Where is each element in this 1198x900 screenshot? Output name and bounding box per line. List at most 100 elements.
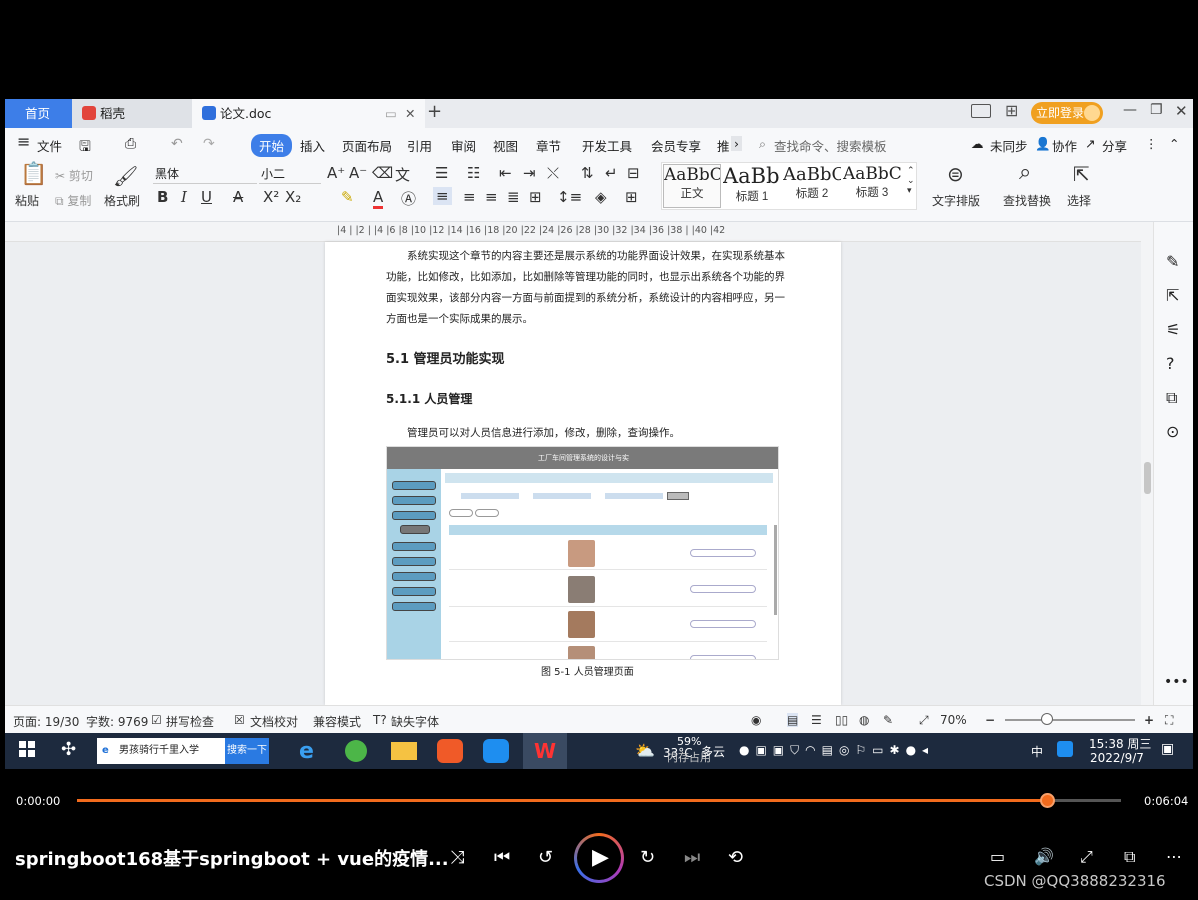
style-heading1[interactable]: AaBb(标题 1 bbox=[723, 164, 781, 208]
distribute-icon[interactable]: ⊞ bbox=[529, 188, 542, 206]
table-lines-icon[interactable]: ⊟ bbox=[627, 164, 640, 182]
increase-indent-icon[interactable]: ⇥ bbox=[523, 164, 536, 182]
taskbar-search-button[interactable]: 搜索一下 bbox=[225, 738, 269, 764]
phonetic-icon[interactable]: 文 bbox=[395, 164, 410, 185]
format-painter-button[interactable]: 格式刷 bbox=[104, 192, 140, 209]
text-layout-button[interactable]: 文字排版 bbox=[932, 192, 980, 209]
bullet-list-icon[interactable]: ☰ bbox=[435, 164, 448, 182]
zoom-slider-knob[interactable] bbox=[1041, 713, 1053, 725]
fullscreen-player-icon[interactable]: ⤢ bbox=[1080, 847, 1093, 867]
zoom-level[interactable]: 70% bbox=[940, 713, 967, 727]
ie-browser-icon[interactable]: e bbox=[299, 739, 325, 764]
pen-icon[interactable]: ✎ bbox=[1166, 252, 1179, 271]
tray-icons[interactable]: ●▣▣⛉◠▤◎⚐▭✱●◂ bbox=[739, 743, 934, 758]
fullscreen-icon[interactable]: ⛶ bbox=[1165, 713, 1173, 728]
collab-button[interactable]: 协作 bbox=[1052, 136, 1077, 155]
numbered-list-icon[interactable]: ☷ bbox=[467, 164, 480, 182]
sync-status[interactable]: 未同步 bbox=[990, 136, 1028, 155]
bold-icon[interactable]: B bbox=[157, 188, 168, 206]
wps-taskbar-icon[interactable]: W bbox=[523, 733, 567, 769]
repeat-off-icon[interactable]: ⟲ bbox=[728, 847, 743, 868]
adjust-icon[interactable]: ⚟ bbox=[1166, 320, 1180, 339]
superscript-icon[interactable]: X² bbox=[263, 188, 279, 206]
shading-icon[interactable]: ◈ bbox=[595, 188, 607, 206]
paste-icon[interactable]: 📋 bbox=[20, 162, 47, 187]
redo-icon[interactable]: ↷ bbox=[203, 136, 215, 152]
highlight-icon[interactable]: ✎ bbox=[341, 188, 354, 206]
style-gallery-scroll-icon[interactable]: ⌃ ⌄ ▾ bbox=[907, 166, 915, 196]
window-layout-icon[interactable] bbox=[971, 104, 991, 118]
decrease-indent-icon[interactable]: ⇤ bbox=[499, 164, 512, 182]
fit-zoom-icon[interactable]: ⤢ bbox=[919, 713, 929, 728]
collapse-ribbon-icon[interactable]: ⌃ bbox=[1169, 136, 1179, 151]
zoom-in-icon[interactable]: + bbox=[1144, 713, 1154, 727]
chinese-layout-icon[interactable]: ⤬ bbox=[547, 164, 559, 182]
outline-view-icon[interactable]: ☰ bbox=[811, 713, 822, 727]
scroll-thumb[interactable] bbox=[1144, 462, 1151, 494]
taskbar-search-box[interactable]: e 男孩骑行千里入学 bbox=[97, 738, 225, 764]
forward-30-icon[interactable]: ↻ bbox=[640, 847, 655, 868]
word-count[interactable]: 字数: 9769 bbox=[86, 713, 148, 730]
restore-icon[interactable]: ❐ bbox=[1150, 102, 1163, 118]
write-view-icon[interactable]: ✎ bbox=[883, 713, 893, 727]
menu-references[interactable]: 引用 bbox=[407, 136, 432, 155]
ime-indicator[interactable]: 中 bbox=[1031, 743, 1043, 760]
find-replace-button[interactable]: 查找替换 bbox=[1003, 192, 1051, 209]
menu-file[interactable]: 文件 bbox=[37, 136, 62, 155]
media-player-icon[interactable] bbox=[437, 739, 463, 763]
missing-font-button[interactable]: 缺失字体 bbox=[391, 713, 439, 730]
format-painter-icon[interactable]: 🖌 bbox=[113, 164, 138, 188]
tab-close-icon[interactable]: ✕ bbox=[405, 99, 415, 128]
horizontal-ruler[interactable]: |4 | |2 | |4 |6 |8 |10 |12 |14 |16 |18 |… bbox=[5, 222, 1145, 242]
menu-start[interactable]: 开始 bbox=[251, 134, 293, 157]
page-view-icon[interactable]: ▤ bbox=[787, 713, 799, 727]
play-button[interactable]: ▶ bbox=[574, 833, 624, 883]
new-tab-icon[interactable]: + bbox=[427, 101, 442, 122]
print-icon[interactable]: ⎙ bbox=[125, 136, 136, 152]
more-player-icon[interactable]: ⋯ bbox=[1166, 847, 1182, 866]
char-border-icon[interactable]: Ⓐ bbox=[401, 188, 416, 209]
file-explorer-icon[interactable] bbox=[391, 742, 417, 760]
paste-button[interactable]: 粘贴 bbox=[15, 192, 39, 209]
share-button[interactable]: 分享 bbox=[1102, 136, 1127, 155]
menu-insert[interactable]: 插入 bbox=[300, 136, 325, 155]
align-left-icon[interactable]: ≡ bbox=[433, 187, 452, 205]
align-center-icon[interactable]: ≡ bbox=[463, 188, 476, 206]
tab-daoke[interactable]: 稻壳 bbox=[72, 99, 192, 128]
style-heading2[interactable]: AaBbC 标题 2 bbox=[783, 164, 841, 208]
document-canvas[interactable]: 系统实现这个章节的内容主要还是展示系统的功能界面设计效果，在实现系统基本 功能，… bbox=[5, 242, 1145, 705]
zoom-out-icon[interactable]: − bbox=[985, 713, 995, 727]
italic-icon[interactable]: I bbox=[181, 188, 187, 206]
proofread-button[interactable]: 文档校对 bbox=[250, 713, 298, 730]
sort-icon[interactable]: ⇅ bbox=[581, 164, 594, 182]
show-marks-icon[interactable]: ↵ bbox=[605, 164, 618, 182]
style-normal[interactable]: AaBbCcI 正文 bbox=[663, 164, 721, 208]
menu-more[interactable]: 推 bbox=[717, 136, 730, 155]
more-rail-icon[interactable]: ••• bbox=[1164, 674, 1189, 690]
clear-format-icon[interactable]: ⌫ bbox=[372, 164, 393, 182]
borders-icon[interactable]: ⊞ bbox=[625, 188, 638, 206]
hamburger-icon[interactable]: ≡ bbox=[17, 132, 30, 151]
cut-button[interactable]: ✂ 剪切 bbox=[55, 167, 93, 184]
next-icon[interactable]: ⏭ bbox=[684, 847, 700, 868]
underline-icon[interactable]: U bbox=[201, 188, 212, 206]
font-size-select[interactable]: 小二 bbox=[259, 164, 321, 184]
subtitles-icon[interactable]: ▭ bbox=[990, 847, 1005, 866]
menu-page-layout[interactable]: 页面布局 bbox=[342, 136, 392, 155]
close-window-icon[interactable]: ✕ bbox=[1175, 102, 1188, 120]
page-indicator[interactable]: 页面: 19/30 bbox=[13, 713, 79, 730]
shuffle-icon[interactable]: ⤨ bbox=[450, 847, 464, 868]
vertical-scrollbar[interactable]: ⌃ bbox=[1141, 222, 1153, 760]
undo-icon[interactable]: ↶ bbox=[171, 136, 183, 152]
menu-dev-tools[interactable]: 开发工具 bbox=[582, 136, 632, 155]
grid-apps-icon[interactable]: ⊞ bbox=[1005, 101, 1018, 120]
select-cursor-icon[interactable]: ⇱ bbox=[1073, 162, 1090, 186]
clock-date[interactable]: 2022/9/7 bbox=[1090, 751, 1144, 765]
rewind-10-icon[interactable]: ↺ bbox=[538, 847, 553, 868]
tab-pin-icon[interactable]: ▭ bbox=[385, 99, 397, 128]
font-name-select[interactable]: 黑体 bbox=[153, 164, 257, 184]
qq-browser-icon[interactable] bbox=[483, 739, 509, 763]
justify-icon[interactable]: ≣ bbox=[507, 188, 520, 206]
copy-button[interactable]: ⧉ 复制 bbox=[55, 192, 91, 209]
style-heading3[interactable]: AaBbCc 标题 3 bbox=[843, 164, 901, 208]
